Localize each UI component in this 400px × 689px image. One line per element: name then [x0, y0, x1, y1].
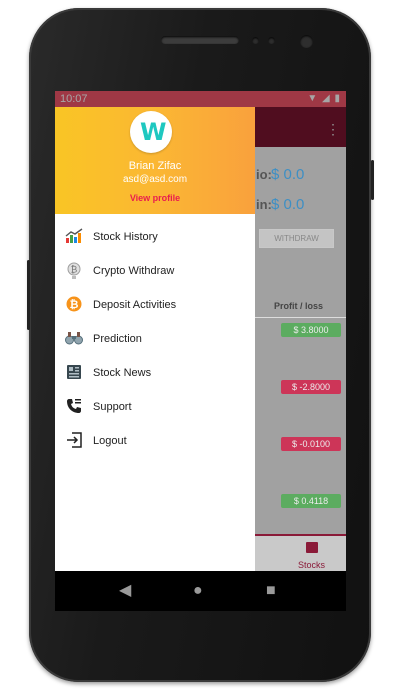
withdraw-button[interactable]: WITHDRAW: [259, 229, 334, 248]
svg-text:₿: ₿: [70, 298, 79, 311]
stocks-tab-icon[interactable]: [306, 542, 318, 553]
menu-item-stock-news[interactable]: Stock News: [55, 358, 255, 388]
binoculars-icon: [65, 330, 83, 348]
navigation-drawer: W Brian Zifac asd@asd.com View profile S…: [55, 107, 255, 571]
logout-icon: [65, 432, 83, 450]
menu-item-label: Prediction: [93, 333, 142, 345]
profit-loss-pill: $ 3.8000: [281, 323, 341, 337]
sensor-dot: [252, 37, 259, 44]
balance-value: $ 0.0: [271, 196, 305, 213]
front-camera: [300, 35, 313, 48]
profit-loss-pill: $ 0.4118: [281, 494, 341, 508]
menu-item-support[interactable]: Support: [55, 392, 255, 422]
sensor-dot: [268, 37, 275, 44]
phone-speaker: [161, 36, 239, 44]
phone-support-icon: [65, 398, 83, 416]
profit-loss-header: Profit / loss: [274, 301, 324, 311]
menu-item-label: Support: [93, 401, 132, 413]
profit-loss-pill: $ -2.8000: [281, 380, 341, 394]
home-icon[interactable]: ●: [193, 583, 203, 599]
menu-item-prediction[interactable]: Prediction: [55, 324, 255, 354]
power-button: [371, 160, 374, 200]
menu-item-label: Deposit Activities: [93, 299, 177, 311]
menu-item-crypto-withdraw[interactable]: ₿ Crypto Withdraw: [55, 256, 255, 286]
menu-item-logout[interactable]: Logout: [55, 426, 255, 456]
menu-item-deposit-activities[interactable]: ₿ Deposit Activities: [55, 290, 255, 320]
balance-label: in:: [256, 197, 272, 212]
stocks-tab-label[interactable]: Stocks: [298, 560, 325, 570]
recents-icon[interactable]: ■: [266, 583, 276, 599]
menu-item-label: Crypto Withdraw: [93, 265, 175, 277]
drawer-header: W Brian Zifac asd@asd.com View profile: [55, 107, 255, 214]
user-email: asd@asd.com: [122, 174, 188, 185]
avatar[interactable]: W: [130, 111, 172, 153]
back-icon[interactable]: ◀: [119, 583, 131, 599]
menu-item-label: Stock History: [93, 231, 158, 243]
menu-item-stock-history[interactable]: Stock History: [55, 222, 255, 252]
chart-icon: [65, 228, 83, 246]
view-profile-link[interactable]: View profile: [55, 193, 255, 203]
menu-item-label: Stock News: [93, 367, 152, 379]
bitcoin-withdraw-icon: ₿: [65, 262, 83, 280]
volume-button: [27, 260, 30, 330]
profit-loss-pill: $ -0.0100: [281, 437, 341, 451]
newspaper-icon: [65, 364, 83, 382]
svg-text:₿: ₿: [71, 265, 78, 276]
divider: [255, 317, 346, 318]
avatar-letter: W: [140, 118, 167, 146]
menu-item-label: Logout: [93, 435, 127, 447]
balance-label: io:: [256, 167, 272, 182]
bitcoin-icon: ₿: [65, 296, 83, 314]
user-name: Brian Zifac: [128, 160, 182, 172]
balance-value: $ 0.0: [271, 166, 305, 183]
